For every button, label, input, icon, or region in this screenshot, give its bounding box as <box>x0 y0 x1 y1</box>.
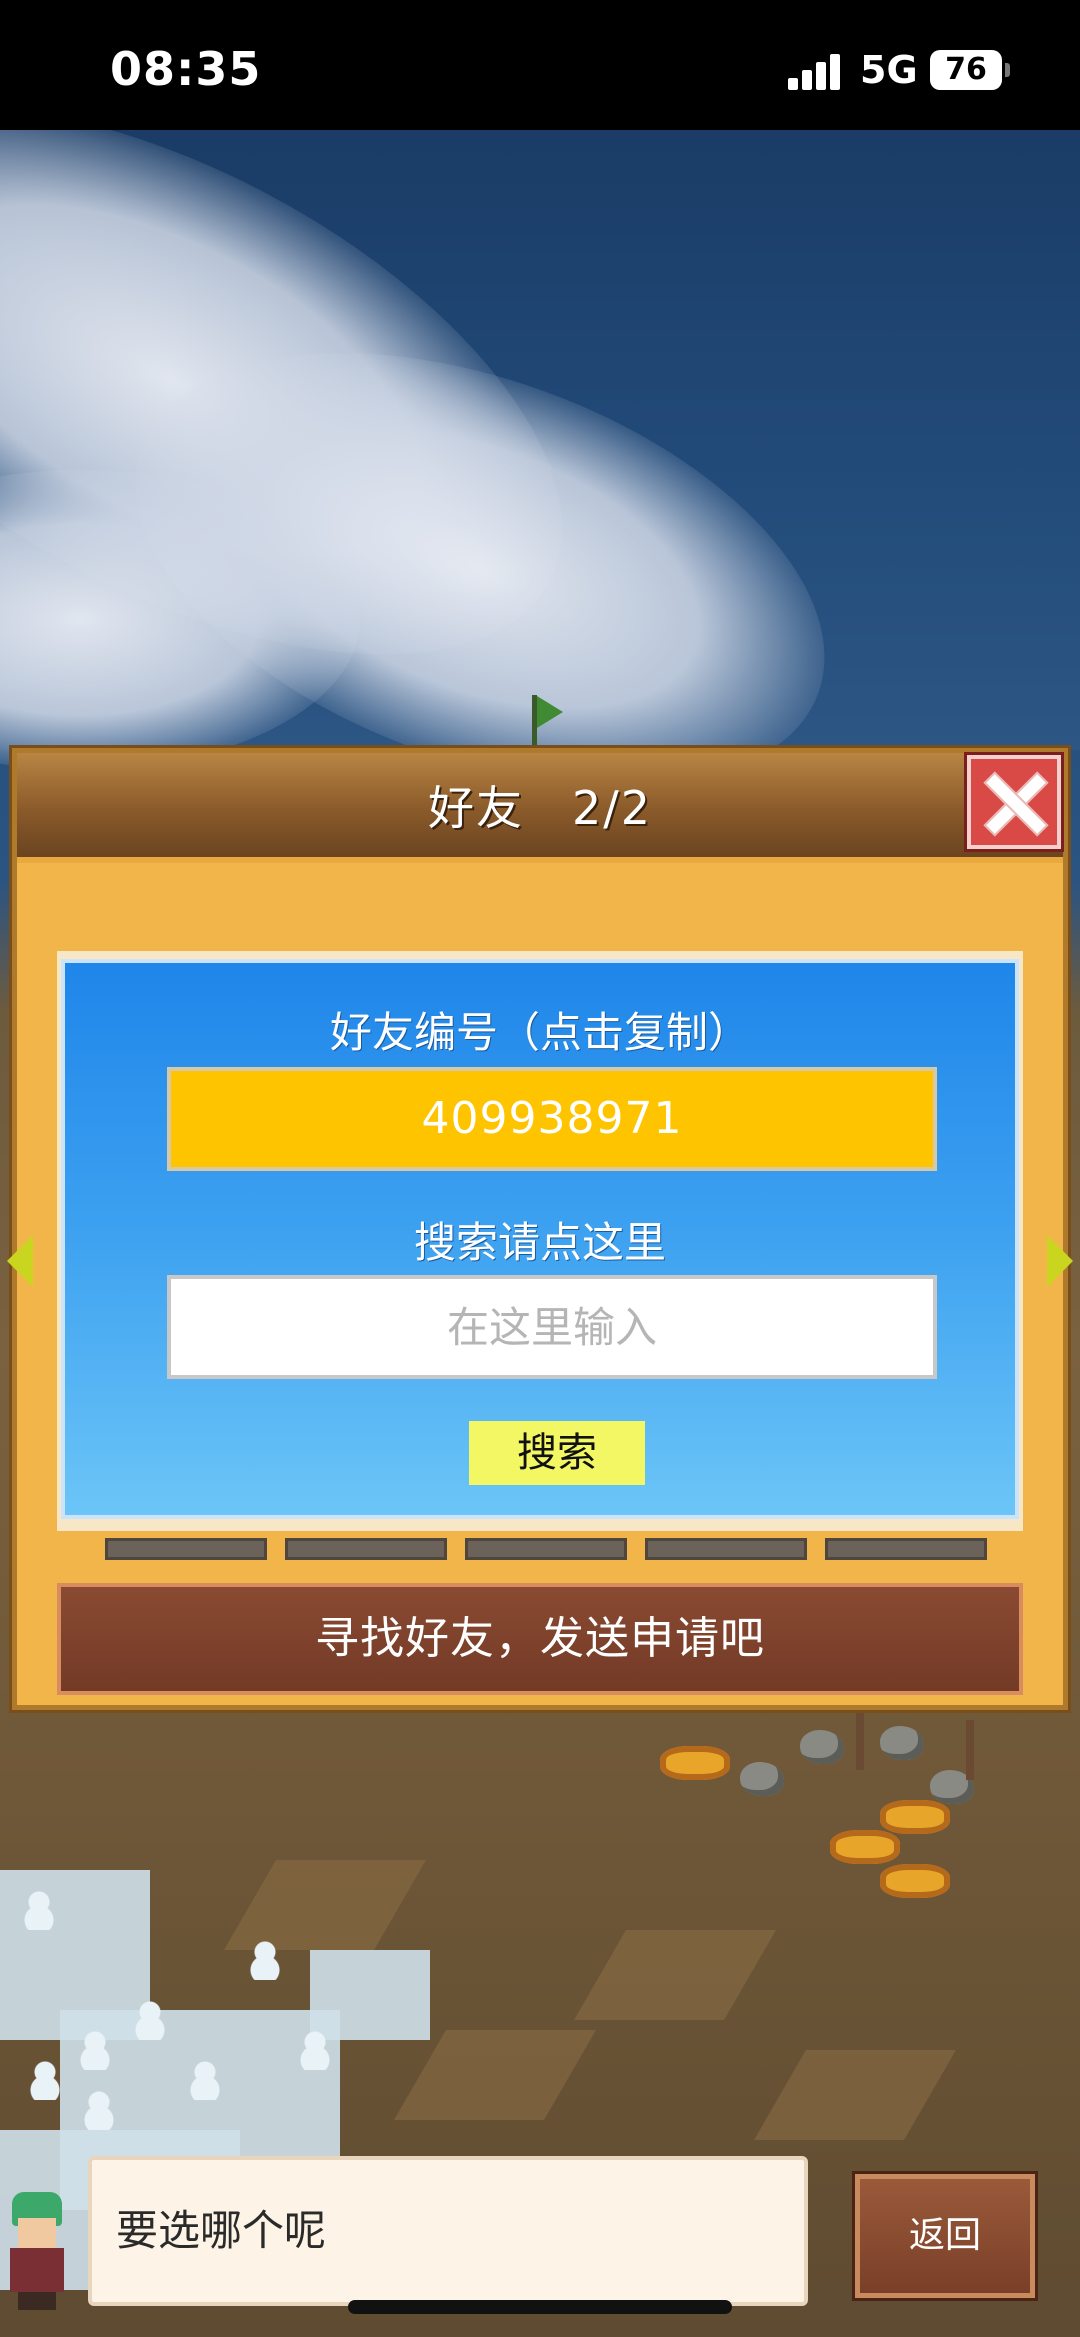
friend-id-copy-button[interactable]: 409938971 <box>167 1067 937 1171</box>
back-button[interactable]: 返回 <box>855 2174 1035 2298</box>
page-left-arrow-icon[interactable] <box>7 1235 33 1287</box>
page-right-arrow-icon[interactable] <box>1047 1235 1073 1287</box>
find-friend-prompt: 寻找好友，发送申请吧 <box>57 1583 1023 1695</box>
lava-pit <box>660 1746 730 1780</box>
search-input[interactable] <box>167 1275 937 1379</box>
panel-frame: 好友编号（点击复制） 409938971 搜索请点这里 搜索 <box>57 951 1023 1531</box>
friend-id-label: 好友编号（点击复制） <box>329 1008 750 1057</box>
snow-patch <box>310 1950 430 2040</box>
search-label: 搜索请点这里 <box>413 1218 666 1267</box>
lava-pit <box>830 1830 900 1864</box>
friend-dialog: 好友 2/2 好友编号（点击复制） 409938971 搜索请点这里 搜索 寻找… <box>7 748 1073 1710</box>
snowman <box>80 2030 110 2070</box>
page-tab[interactable] <box>465 1538 627 1560</box>
lava-pit <box>880 1800 950 1834</box>
rock <box>740 1762 784 1796</box>
home-indicator[interactable] <box>348 2300 732 2314</box>
message-box: 要选哪个呢 <box>88 2156 808 2306</box>
snowman <box>24 1890 54 1930</box>
close-button[interactable] <box>967 755 1061 849</box>
snowman <box>250 1940 280 1980</box>
terrain-tile <box>224 1860 426 1950</box>
snowman <box>135 2000 165 2040</box>
rock <box>880 1726 924 1760</box>
terrain-tile <box>394 2030 596 2120</box>
signal-icon <box>788 52 844 90</box>
dead-tree <box>856 1710 864 1770</box>
page-tabs <box>65 1538 1023 1564</box>
flag-icon <box>537 696 563 728</box>
page-tab[interactable] <box>825 1538 987 1560</box>
page-tab[interactable] <box>645 1538 807 1560</box>
friend-panel: 好友编号（点击复制） 409938971 搜索请点这里 搜索 <box>61 959 1019 1519</box>
rock <box>800 1730 844 1764</box>
snowman <box>30 2060 60 2100</box>
battery-icon: 76 <box>930 50 1010 90</box>
network-label: 5G <box>860 48 918 92</box>
page-tab[interactable] <box>105 1538 267 1560</box>
dialog-header: 好友 2/2 <box>17 753 1063 863</box>
dead-tree <box>966 1720 974 1780</box>
screen: 08:35 5G 76 好友 2/2 好友编号（点击复制） 409938971 … <box>0 0 1080 2337</box>
terrain-tile <box>754 2050 956 2140</box>
status-bar: 08:35 5G 76 <box>0 0 1080 130</box>
snowman <box>300 2030 330 2070</box>
snowman <box>190 2060 220 2100</box>
snowman <box>84 2090 114 2130</box>
message-text: 要选哪个呢 <box>116 2206 327 2255</box>
dialog-title: 好友 2/2 <box>427 781 653 835</box>
lava-pit <box>880 1864 950 1898</box>
advisor-avatar <box>2 2192 72 2312</box>
status-time: 08:35 <box>110 42 262 96</box>
page-tab[interactable] <box>285 1538 447 1560</box>
terrain-tile <box>574 1930 776 2020</box>
close-icon <box>984 772 1044 832</box>
search-button[interactable]: 搜索 <box>469 1421 645 1485</box>
